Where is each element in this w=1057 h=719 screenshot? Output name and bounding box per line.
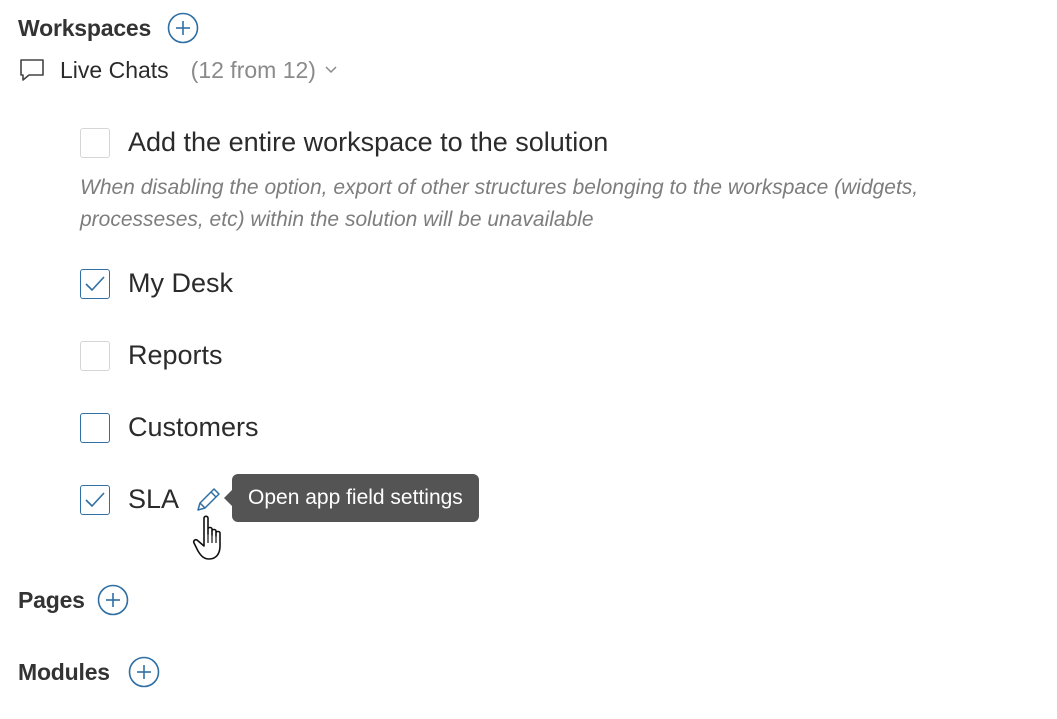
- plus-circle-icon: [97, 584, 129, 616]
- modules-title: Modules: [18, 658, 110, 685]
- sla-label: SLA: [128, 484, 180, 514]
- chat-bubble-icon: [20, 59, 44, 81]
- my-desk-label: My Desk: [128, 268, 234, 298]
- sla-checkbox[interactable]: [80, 484, 110, 515]
- entire-workspace-label: Add the entire workspace to the solution: [128, 127, 609, 157]
- solution-export-panel: Workspaces Live Chats (12 from 12) Add t…: [0, 0, 1057, 719]
- tooltip: Open app field settings: [224, 474, 479, 522]
- add-workspace-button[interactable]: [167, 12, 199, 44]
- customers-checkbox[interactable]: [80, 412, 110, 443]
- add-module-button[interactable]: [128, 656, 160, 688]
- add-page-button[interactable]: [97, 584, 129, 616]
- list-item-my-desk: My Desk: [80, 268, 233, 299]
- workspace-group-count: (12 from 12): [190, 56, 316, 83]
- reports-checkbox[interactable]: [80, 340, 110, 371]
- customers-label: Customers: [128, 412, 259, 442]
- option-entire-workspace: Add the entire workspace to the solution: [80, 127, 608, 158]
- list-item-sla: SLA: [80, 484, 223, 515]
- list-item-customers: Customers: [80, 412, 259, 443]
- pages-section-header: Pages: [18, 584, 129, 616]
- tooltip-text: Open app field settings: [248, 486, 463, 509]
- pages-title: Pages: [18, 586, 85, 613]
- pencil-icon: [197, 487, 220, 511]
- reports-label: Reports: [128, 340, 223, 370]
- entire-workspace-hint: When disabling the option, export of oth…: [80, 176, 919, 231]
- workspace-group-live-chats[interactable]: Live Chats (12 from 12): [18, 56, 338, 84]
- workspaces-section-header: Workspaces: [18, 12, 199, 44]
- plus-circle-icon: [167, 12, 199, 44]
- hand-cursor-icon: [192, 515, 221, 560]
- my-desk-checkbox[interactable]: [80, 268, 110, 299]
- workspaces-title: Workspaces: [18, 14, 152, 41]
- chevron-down-icon[interactable]: [324, 65, 338, 75]
- entire-workspace-checkbox[interactable]: [80, 127, 110, 158]
- modules-section-header: Modules: [18, 656, 160, 688]
- workspace-group-label: Live Chats: [60, 56, 169, 83]
- list-item-reports: Reports: [80, 340, 223, 371]
- edit-sla-button[interactable]: [193, 485, 223, 515]
- plus-circle-icon: [128, 656, 160, 688]
